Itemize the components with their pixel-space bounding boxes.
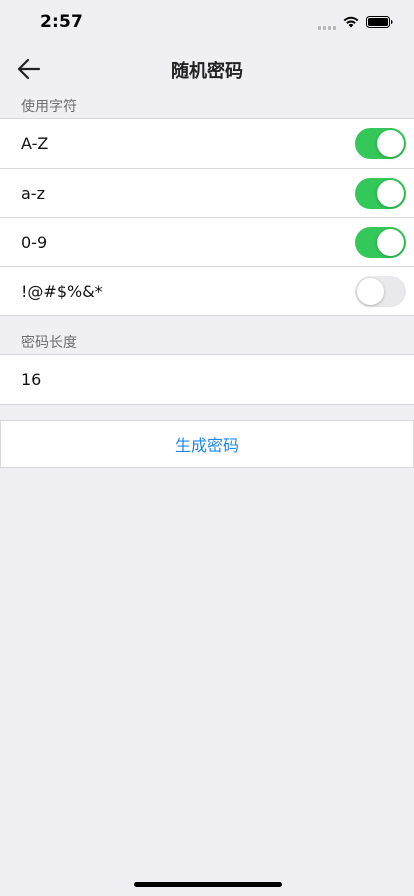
page-title: 随机密码 (171, 61, 243, 82)
nav-bar: 随机密码 (0, 46, 414, 92)
length-row[interactable]: 16 (0, 355, 414, 404)
length-value[interactable]: 16 (21, 370, 41, 389)
option-symbols-label: !@#$%&* (21, 281, 103, 301)
uppercase-toggle[interactable] (355, 128, 406, 159)
option-digits-label: 0-9 (21, 232, 48, 252)
digits-toggle[interactable] (355, 227, 406, 258)
wifi-icon (343, 16, 359, 28)
signal-icon (318, 24, 338, 30)
option-symbols-row: !@#$%&* (0, 266, 414, 315)
length-section-header: 密码长度 (21, 335, 77, 351)
charset-options-group: A-Z a-z 0-9 !@#$%&* (0, 118, 414, 316)
status-bar: 2:57 (0, 0, 414, 46)
generate-password-button[interactable]: 生成密码 (0, 420, 414, 468)
symbols-toggle[interactable] (355, 276, 406, 307)
option-uppercase-label: A-Z (21, 134, 49, 153)
status-time: 2:57 (40, 12, 84, 32)
option-uppercase-row: A-Z (0, 119, 414, 168)
length-group: 16 (0, 354, 414, 405)
screen: 2:57 随机密码 使用字符 A-Z a-z 0-9 !@#$%&* 密码长度 … (0, 0, 414, 896)
charset-section-header: 使用字符 (21, 99, 77, 115)
option-digits-row: 0-9 (0, 217, 414, 266)
option-lowercase-row: a-z (0, 168, 414, 217)
home-indicator (134, 882, 282, 887)
battery-icon (366, 16, 393, 28)
option-lowercase-label: a-z (21, 183, 45, 203)
lowercase-toggle[interactable] (355, 178, 406, 209)
